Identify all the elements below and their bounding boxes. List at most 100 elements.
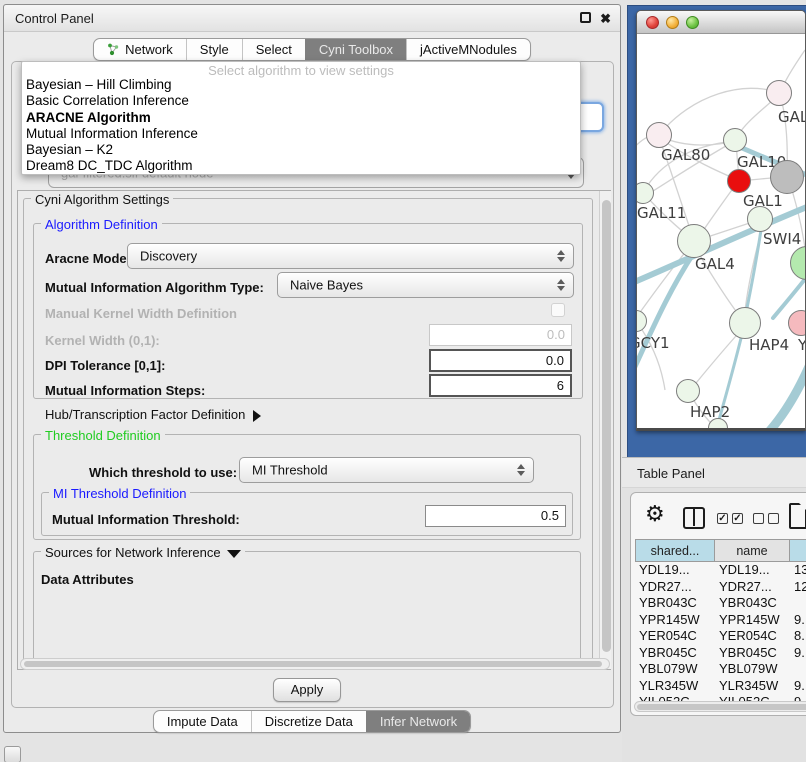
deselect-all-columns-icon[interactable] [753,513,779,524]
algorithm-option[interactable]: ARACNE Algorithm [22,110,580,126]
tab-jactivemnodules[interactable]: jActiveMNodules [406,39,530,60]
table-cell[interactable] [790,595,806,612]
column-header[interactable]: shared... [635,539,715,562]
table-cell[interactable]: 12 [790,579,806,596]
float-window-icon[interactable] [580,12,591,23]
algorithm-option[interactable]: Bayesian – K2 [22,142,580,158]
column-header[interactable] [790,539,806,562]
table-row[interactable]: YDR27...YDR27...12 [635,579,806,596]
tab-style[interactable]: Style [186,39,242,60]
algorithm-option[interactable]: Basic Correlation Inference [22,93,580,109]
tab-discretize-data[interactable]: Discretize Data [251,711,366,732]
table-cell[interactable]: YLR345W [635,678,715,695]
table-row[interactable]: YPR145WYPR145W9. [635,612,806,629]
close-icon[interactable]: ✖ [600,12,611,25]
scrollbar-thumb[interactable] [602,200,611,652]
node-label: GAL4 [695,255,735,273]
algorithm-option[interactable]: Bayesian – Hill Climbing [22,77,580,93]
zoom-traffic-light-icon[interactable] [686,16,699,29]
table-cell[interactable]: YBR045C [635,645,715,662]
tab-impute-data[interactable]: Impute Data [154,711,251,732]
network-node[interactable] [646,122,672,148]
table-cell[interactable]: 8. [790,628,806,645]
column-header[interactable]: name [715,539,790,562]
table-cell[interactable]: 13 [790,562,806,579]
settings-vertical-scrollbar[interactable] [599,191,611,669]
table-row[interactable]: YBR045CYBR045C9. [635,645,806,662]
algorithm-option[interactable]: Dream8 DC_TDC Algorithm [22,158,580,174]
document-icon[interactable] [789,503,806,529]
node-table-container: ⚙ ✓✓ shared...name YDL19...YDL19...13YDR… [630,492,806,716]
table-row[interactable]: YER054CYER054C8. [635,628,806,645]
which-threshold-combobox[interactable]: MI Threshold [239,457,534,483]
gear-icon[interactable]: ⚙ [645,501,665,527]
chevron-updown-icon [517,464,525,476]
network-node[interactable] [729,307,761,339]
table-cell[interactable]: YBR043C [715,595,790,612]
table-row[interactable]: YBL079WYBL079W [635,661,806,678]
close-traffic-light-icon[interactable] [646,16,659,29]
table-cell[interactable]: 9. [790,645,806,662]
group-title: MI Threshold Definition [49,486,190,501]
network-node[interactable] [677,224,711,258]
table-cell[interactable]: 9. [790,612,806,629]
table-horizontal-scrollbar[interactable] [634,701,806,712]
table-cell[interactable]: YDR27... [635,579,715,596]
network-node[interactable] [723,128,747,152]
select-all-columns-icon[interactable]: ✓✓ [717,513,743,524]
hub-definition-toggle[interactable]: Hub/Transcription Factor Definition [45,407,261,422]
network-window-titlebar[interactable] [637,11,805,34]
table-cell[interactable]: YER054C [635,628,715,645]
dpi-tolerance-field[interactable]: 0.0 [429,349,572,372]
kernel-width-field[interactable]: 0.0 [429,324,572,346]
sources-title-label: Sources for Network Inference [45,545,221,560]
minimized-panel-icon[interactable] [4,746,21,762]
table-cell[interactable]: YDL19... [715,562,790,579]
table-row[interactable]: YLR345WYLR345W9. [635,678,806,695]
table-cell[interactable]: YLR345W [715,678,790,695]
table-cell[interactable] [790,661,806,678]
table-cell[interactable]: YER054C [715,628,790,645]
algorithm-placeholder-option[interactable]: Select algorithm to view settings [22,62,580,77]
node-label: GAL80 [661,146,710,164]
minimize-traffic-light-icon[interactable] [666,16,679,29]
tab-label: Select [256,39,292,60]
network-node[interactable] [766,80,792,106]
network-node[interactable] [770,160,804,194]
mi-threshold-field[interactable]: 0.5 [425,505,566,527]
table-cell[interactable]: YPR145W [715,612,790,629]
settings-horizontal-scrollbar[interactable] [20,658,610,670]
sources-group-title[interactable]: Sources for Network Inference [41,545,245,560]
cyni-bottom-tabbar: Impute DataDiscretize DataInfer Network [4,710,620,733]
table-row[interactable]: YBR043CYBR043C [635,595,806,612]
tab-network[interactable]: Network [94,39,186,60]
network-node[interactable] [727,169,751,193]
network-canvas[interactable]: GALGAL80GAL10GAL1GAL11SWI4GAL4GCY1HAP4YH… [637,34,805,428]
tab-cyni-toolbox[interactable]: Cyni Toolbox [305,39,406,60]
table-cell[interactable]: YBL079W [715,661,790,678]
tab-infer-network[interactable]: Infer Network [366,711,470,732]
split-columns-icon[interactable] [683,507,705,529]
scrollbar-thumb[interactable] [24,661,602,667]
scrollbar-thumb[interactable] [637,704,806,710]
table-cell[interactable]: 9. [790,678,806,695]
network-node[interactable] [747,206,773,232]
node-label: GAL [778,108,805,126]
table-cell[interactable]: YDR27... [715,579,790,596]
table-panel-title: Table Panel [637,466,705,481]
table-cell[interactable]: YBR045C [715,645,790,662]
apply-button[interactable]: Apply [273,678,341,702]
network-node[interactable] [676,379,700,403]
aracne-mode-combobox[interactable]: Discovery [127,243,574,269]
algorithm-option[interactable]: Mutual Information Inference [22,126,580,142]
table-cell[interactable]: YDL19... [635,562,715,579]
mi-steps-field[interactable]: 6 [429,374,572,397]
mi-algorithm-type-combobox[interactable]: Naive Bayes [277,272,574,298]
manual-kernel-width-checkbox[interactable] [551,303,565,317]
table-row[interactable]: YDL19...YDL19...13 [635,562,806,579]
tab-select[interactable]: Select [242,39,305,60]
table-cell[interactable]: YBR043C [635,595,715,612]
table-cell[interactable]: YBL079W [635,661,715,678]
table-cell[interactable]: YPR145W [635,612,715,629]
group-title: Threshold Definition [41,428,165,443]
